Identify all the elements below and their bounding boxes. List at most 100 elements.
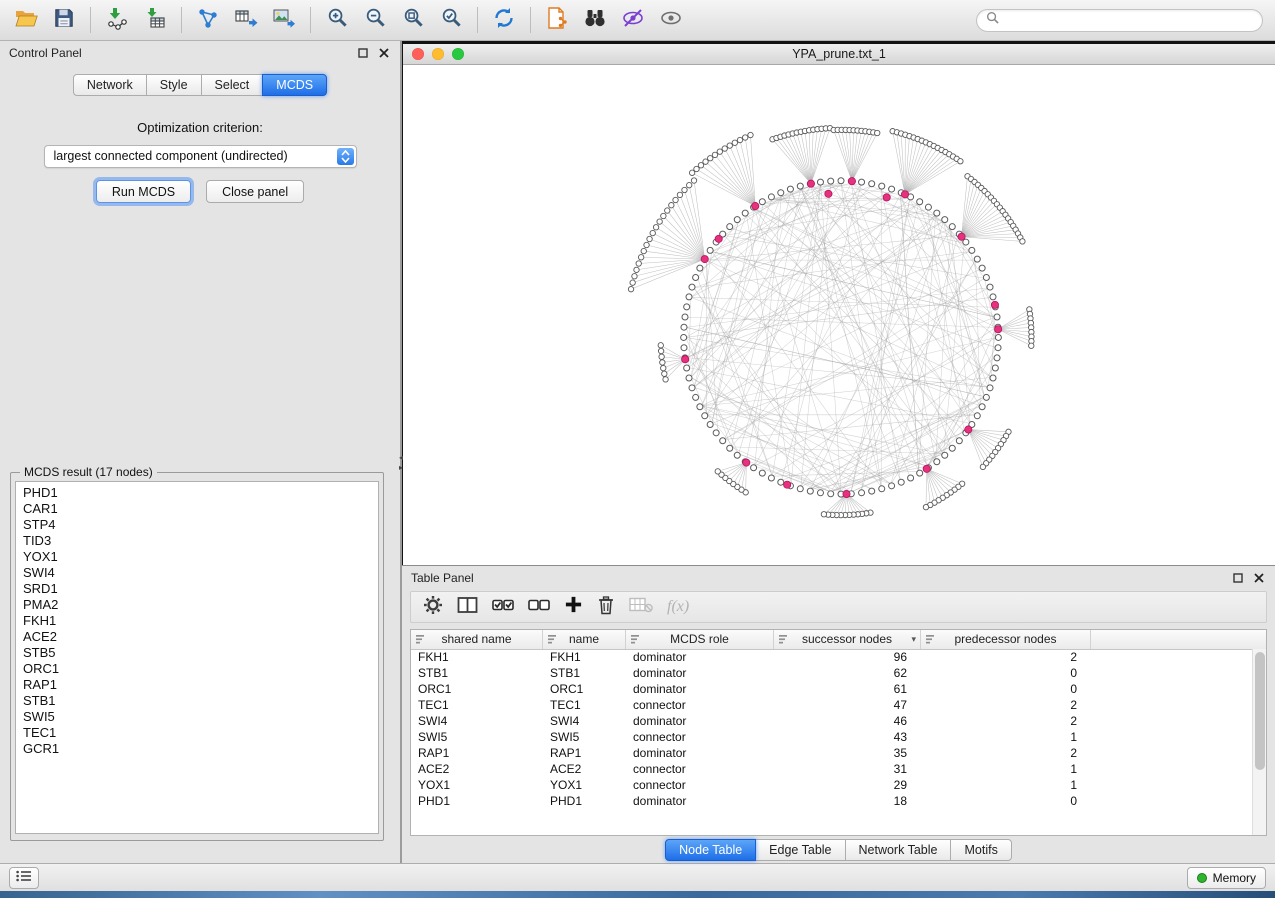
mcds-result-item[interactable]: RAP1: [23, 677, 371, 693]
close-panel-icon[interactable]: [377, 46, 391, 60]
task-list-icon: [16, 870, 32, 885]
column-header-name[interactable]: name: [543, 630, 626, 649]
toolbar-separator: [530, 7, 531, 33]
tab-motifs[interactable]: Motifs: [950, 839, 1011, 861]
mcds-result-item[interactable]: PHD1: [23, 485, 371, 501]
mcds-result-item[interactable]: SWI4: [23, 565, 371, 581]
panel-splitter[interactable]: ◂▸: [396, 453, 406, 479]
save-session-button[interactable]: [46, 4, 82, 36]
tab-style[interactable]: Style: [146, 74, 202, 96]
close-window-icon[interactable]: [412, 48, 424, 60]
tab-node-table[interactable]: Node Table: [665, 839, 756, 861]
mcds-result-item[interactable]: FKH1: [23, 613, 371, 629]
mcds-result-item[interactable]: ACE2: [23, 629, 371, 645]
mcds-result-item[interactable]: PMA2: [23, 597, 371, 613]
select-all-button[interactable]: [492, 595, 514, 619]
tab-network-table[interactable]: Network Table: [845, 839, 952, 861]
table-row[interactable]: SWI5SWI5connector431: [411, 729, 1253, 745]
sort-menu-icon[interactable]: ▾: [911, 630, 916, 649]
run-mcds-button[interactable]: Run MCDS: [96, 180, 191, 203]
zoom-fit-button[interactable]: [395, 4, 431, 36]
mcds-result-item[interactable]: SRD1: [23, 581, 371, 597]
mcds-result-item[interactable]: ORC1: [23, 661, 371, 677]
open-in-cybrowser-button[interactable]: [539, 4, 575, 36]
delete-row-button[interactable]: [597, 595, 615, 619]
tab-mcds[interactable]: MCDS: [262, 74, 327, 96]
float-table-panel-icon[interactable]: [1231, 571, 1245, 585]
search-input[interactable]: [1005, 12, 1253, 28]
open-folder-icon: [14, 6, 38, 35]
delete-table-button[interactable]: [629, 595, 653, 619]
node-table: shared name name MCDS role successor nod…: [410, 629, 1267, 836]
mcds-result-title: MCDS result (17 nodes): [20, 465, 157, 479]
table-row[interactable]: YOX1YOX1connector291: [411, 777, 1253, 793]
mcds-result-item[interactable]: GCR1: [23, 741, 371, 757]
table-panel-tabs: Node Table Edge Table Network Table Moti…: [402, 836, 1275, 863]
eye-slash-icon: [621, 6, 645, 35]
tab-network[interactable]: Network: [73, 74, 147, 96]
column-header-successor-nodes[interactable]: successor nodes▾: [774, 630, 921, 649]
mcds-result-item[interactable]: TEC1: [23, 725, 371, 741]
column-header-mcds-role[interactable]: MCDS role: [626, 630, 774, 649]
export-image-button[interactable]: [266, 4, 302, 36]
deselect-all-button[interactable]: [528, 595, 550, 619]
tab-select[interactable]: Select: [201, 74, 264, 96]
zoom-out-icon: [364, 6, 387, 34]
zoom-out-button[interactable]: [357, 4, 393, 36]
column-header-predecessor-nodes[interactable]: predecessor nodes: [921, 630, 1091, 649]
close-mcds-panel-button[interactable]: Close panel: [206, 180, 304, 203]
table-row[interactable]: RAP1RAP1dominator352: [411, 745, 1253, 761]
table-settings-button[interactable]: [423, 595, 443, 619]
node-table-body: FKH1FKH1dominator962STB1STB1dominator620…: [411, 649, 1253, 835]
refresh-view-button[interactable]: [486, 4, 522, 36]
function-builder-button[interactable]: f(x): [667, 595, 689, 619]
search-icon: [986, 11, 999, 29]
table-row[interactable]: TEC1TEC1connector472: [411, 697, 1253, 713]
select-all-icon: [492, 597, 514, 618]
network-titlebar[interactable]: YPA_prune.txt_1: [403, 44, 1275, 65]
table-row[interactable]: SWI4SWI4dominator462: [411, 713, 1253, 729]
task-history-button[interactable]: [9, 867, 39, 889]
mcds-result-item[interactable]: TID3: [23, 533, 371, 549]
minimize-window-icon[interactable]: [432, 48, 444, 60]
table-row[interactable]: ORC1ORC1dominator610: [411, 681, 1253, 697]
network-view[interactable]: [403, 65, 1275, 565]
column-header-shared-name[interactable]: shared name: [411, 630, 543, 649]
network-window-title: YPA_prune.txt_1: [792, 47, 886, 61]
hide-selected-button[interactable]: [615, 4, 651, 36]
table-row[interactable]: STB1STB1dominator620: [411, 665, 1253, 681]
table-row[interactable]: PHD1PHD1dominator180: [411, 793, 1253, 809]
mcds-result-list[interactable]: PHD1CAR1STP4TID3YOX1SWI4SRD1PMA2FKH1ACE2…: [15, 481, 379, 834]
import-table-button[interactable]: [137, 4, 173, 36]
scrollbar-thumb[interactable]: [1255, 652, 1265, 770]
export-network-button[interactable]: [190, 4, 226, 36]
table-scrollbar[interactable]: [1252, 649, 1266, 835]
add-row-button[interactable]: [564, 595, 583, 619]
select-stepper-icon: [337, 148, 354, 165]
maximize-window-icon[interactable]: [452, 48, 464, 60]
find-button[interactable]: [577, 4, 613, 36]
mcds-result-item[interactable]: SWI5: [23, 709, 371, 725]
float-panel-icon[interactable]: [356, 46, 370, 60]
table-row[interactable]: ACE2ACE2connector311: [411, 761, 1253, 777]
table-row[interactable]: FKH1FKH1dominator962: [411, 649, 1253, 665]
mcds-result-item[interactable]: STB1: [23, 693, 371, 709]
import-network-button[interactable]: [99, 4, 135, 36]
export-table-button[interactable]: [228, 4, 264, 36]
open-file-button[interactable]: [8, 4, 44, 36]
tab-edge-table[interactable]: Edge Table: [755, 839, 845, 861]
mcds-result-item[interactable]: STP4: [23, 517, 371, 533]
show-columns-button[interactable]: [457, 595, 478, 619]
memory-button[interactable]: Memory: [1187, 867, 1266, 889]
zoom-in-button[interactable]: [319, 4, 355, 36]
mcds-result-item[interactable]: STB5: [23, 645, 371, 661]
mcds-result-item[interactable]: CAR1: [23, 501, 371, 517]
show-all-button[interactable]: [653, 4, 689, 36]
mcds-result-item[interactable]: YOX1: [23, 549, 371, 565]
criterion-select[interactable]: largest connected component (undirected): [44, 145, 357, 168]
toolbar-separator: [477, 7, 478, 33]
main-area: Control Panel Network Style Select MCDS …: [0, 41, 1275, 863]
zoom-selected-button[interactable]: [433, 4, 469, 36]
close-table-panel-icon[interactable]: [1252, 571, 1266, 585]
main-toolbar: [0, 0, 1275, 41]
